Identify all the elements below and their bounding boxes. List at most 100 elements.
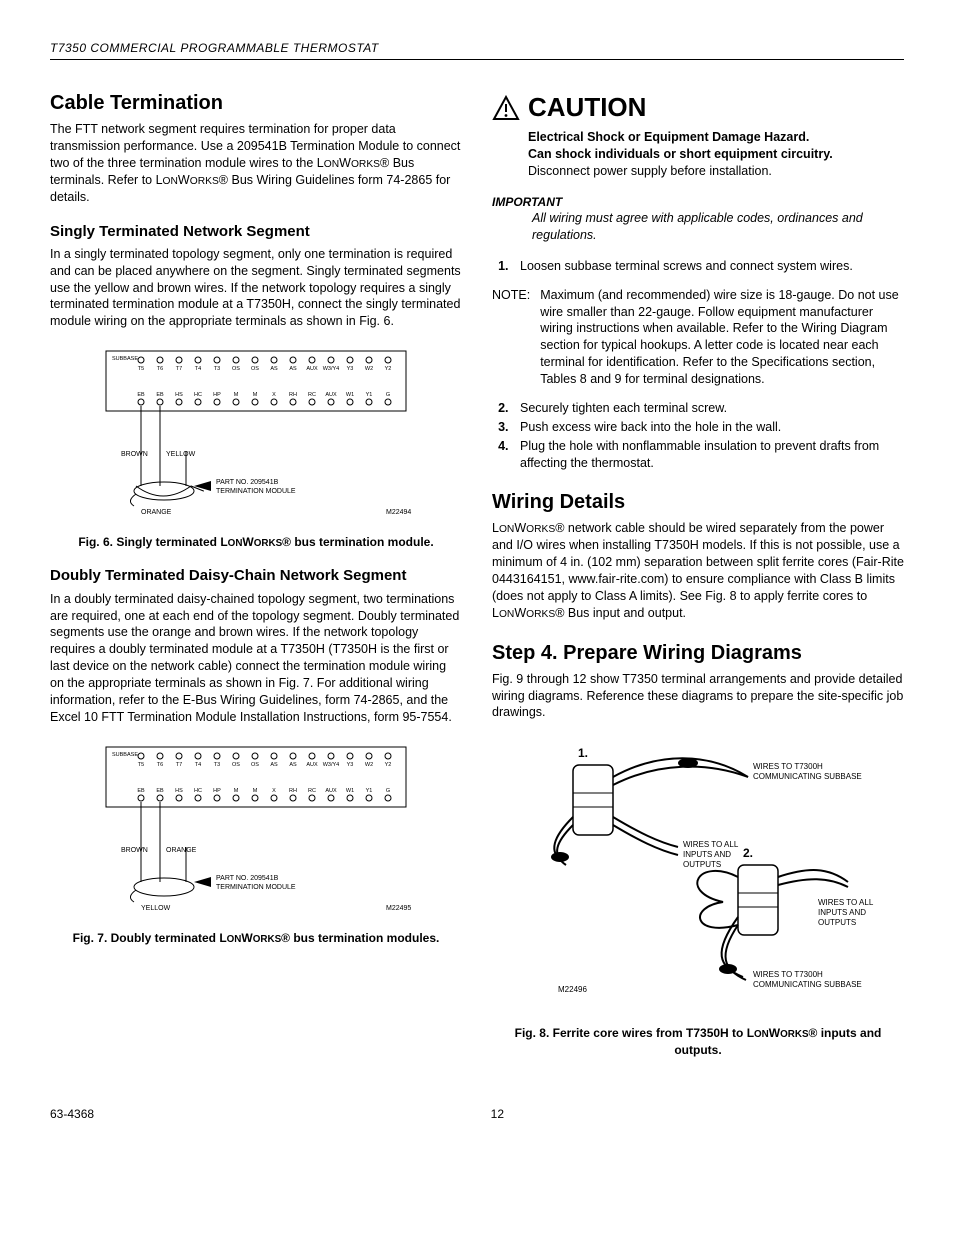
caution-body: Electrical Shock or Equipment Damage Haz… <box>528 129 904 180</box>
svg-text:TERMINATION MODULE: TERMINATION MODULE <box>216 884 296 891</box>
svg-text:Y3: Y3 <box>347 366 354 372</box>
top-terminals: T5 T6 T7 T4 T3 OS OS AS AS AUX W3/Y4 Y3 … <box>138 357 392 372</box>
svg-text:Y2: Y2 <box>385 366 392 372</box>
svg-text:Y1: Y1 <box>366 788 373 794</box>
svg-text:BROWN: BROWN <box>121 847 148 854</box>
svg-text:T6: T6 <box>157 762 163 768</box>
heading-singly-terminated: Singly Terminated Network Segment <box>50 222 462 242</box>
figure-8-diagram: 1. WIRES TO T7300H COMMUNICATING SUBBASE… <box>518 737 878 1017</box>
svg-text:M22495: M22495 <box>386 905 411 912</box>
heading-step4: Step 4. Prepare Wiring Diagrams <box>492 640 904 667</box>
svg-text:ORANGE: ORANGE <box>141 509 172 516</box>
step-2: Securely tighten each terminal screw. <box>512 400 904 417</box>
svg-text:SUBBASE: SUBBASE <box>112 752 138 758</box>
svg-text:RC: RC <box>308 788 316 794</box>
svg-text:AUX: AUX <box>325 392 337 398</box>
doubly-terminated-paragraph: In a doubly terminated daisy-chained top… <box>50 591 462 726</box>
svg-text:EB: EB <box>156 392 164 398</box>
svg-text:G: G <box>386 392 390 398</box>
svg-text:M22496: M22496 <box>558 985 587 994</box>
svg-text:AUX: AUX <box>306 366 318 372</box>
svg-text:Y2: Y2 <box>385 762 392 768</box>
svg-text:W2: W2 <box>365 366 373 372</box>
step-3: Push excess wire back into the hole in t… <box>512 419 904 436</box>
svg-text:HP: HP <box>213 392 221 398</box>
svg-text:W2: W2 <box>365 762 373 768</box>
svg-text:OS: OS <box>251 366 259 372</box>
svg-text:T3: T3 <box>214 762 220 768</box>
page-footer: 63-4368 12 . <box>50 1106 904 1122</box>
svg-text:1.: 1. <box>578 746 588 760</box>
heading-doubly-terminated: Doubly Terminated Daisy-Chain Network Se… <box>50 566 462 586</box>
svg-text:AS: AS <box>270 366 278 372</box>
svg-text:OS: OS <box>251 762 259 768</box>
svg-text:W3/Y4: W3/Y4 <box>323 762 340 768</box>
bottom-terminals: EB EB HS HC HP M M X RH RC AUX W1 Y1 G <box>137 392 391 405</box>
caution-heading: CAUTION <box>492 90 904 125</box>
note-body: Maximum (and recommended) wire size is 1… <box>540 287 904 388</box>
svg-text:YELLOW: YELLOW <box>141 905 171 912</box>
svg-text:WIRES TO T7300H: WIRES TO T7300H <box>753 970 823 979</box>
svg-text:COMMUNICATING SUBBASE: COMMUNICATING SUBBASE <box>753 772 862 781</box>
svg-text:M: M <box>253 788 258 794</box>
svg-text:AUX: AUX <box>306 762 318 768</box>
steps-list-1: Loosen subbase terminal screws and conne… <box>492 258 904 275</box>
svg-text:T5: T5 <box>138 366 144 372</box>
figure-7-caption: Fig. 7. Doubly terminated LONWORKS® bus … <box>50 930 462 946</box>
svg-text:AS: AS <box>270 762 278 768</box>
svg-text:BROWN: BROWN <box>121 451 148 458</box>
left-column: Cable Termination The FTT network segmen… <box>50 90 462 1066</box>
svg-text:HP: HP <box>213 788 221 794</box>
svg-text:EB: EB <box>137 788 145 794</box>
subbase-label: SUBBASE <box>112 356 138 362</box>
svg-text:RH: RH <box>289 788 297 794</box>
svg-text:OS: OS <box>232 762 240 768</box>
singly-terminated-paragraph: In a singly terminated topology segment,… <box>50 246 462 330</box>
svg-text:RC: RC <box>308 392 316 398</box>
figure-6-caption: Fig. 6. Singly terminated LONWORKS® bus … <box>50 534 462 550</box>
wiring-details-paragraph: LONWORKS® network cable should be wired … <box>492 520 904 621</box>
figure-7: SUBBASE T5 T6 T7 T4 T3 OS OS AS AS AUX W… <box>50 742 462 946</box>
svg-text:M: M <box>234 392 239 398</box>
step-4: Plug the hole with nonflammable insulati… <box>512 438 904 472</box>
figure-7-diagram: SUBBASE T5 T6 T7 T4 T3 OS OS AS AS AUX W… <box>86 742 426 922</box>
svg-text:COMMUNICATING SUBBASE: COMMUNICATING SUBBASE <box>753 980 862 989</box>
svg-text:RH: RH <box>289 392 297 398</box>
two-column-layout: Cable Termination The FTT network segmen… <box>50 90 904 1066</box>
svg-text:PART NO. 209541B: PART NO. 209541B <box>216 875 279 882</box>
svg-text:T4: T4 <box>195 762 201 768</box>
doc-number: 63-4368 <box>50 1106 94 1122</box>
cable-termination-paragraph: The FTT network segment requires termina… <box>50 121 462 205</box>
svg-text:AS: AS <box>289 366 297 372</box>
important-body: All wiring must agree with applicable co… <box>532 210 904 244</box>
svg-text:Y1: Y1 <box>366 392 373 398</box>
heading-wiring-details: Wiring Details <box>492 489 904 516</box>
svg-text:INPUTS AND: INPUTS AND <box>818 908 866 917</box>
step-1: Loosen subbase terminal screws and conne… <box>512 258 904 275</box>
svg-text:T3: T3 <box>214 366 220 372</box>
svg-text:OUTPUTS: OUTPUTS <box>818 918 856 927</box>
svg-text:EB: EB <box>137 392 145 398</box>
svg-text:TERMINATION MODULE: TERMINATION MODULE <box>216 488 296 495</box>
svg-text:HC: HC <box>194 392 202 398</box>
right-column: CAUTION Electrical Shock or Equipment Da… <box>492 90 904 1066</box>
svg-text:M: M <box>234 788 239 794</box>
figure-8-caption: Fig. 8. Ferrite core wires from T7350H t… <box>492 1025 904 1057</box>
note-block: NOTE: Maximum (and recommended) wire siz… <box>492 287 904 388</box>
step4-paragraph: Fig. 9 through 12 show T7350 terminal ar… <box>492 671 904 722</box>
important-label: IMPORTANT <box>492 194 904 210</box>
svg-text:OUTPUTS: OUTPUTS <box>683 860 721 869</box>
figure-8: 1. WIRES TO T7300H COMMUNICATING SUBBASE… <box>492 737 904 1057</box>
steps-list-2: Securely tighten each terminal screw. Pu… <box>492 400 904 472</box>
svg-text:T7: T7 <box>176 366 182 372</box>
svg-text:AUX: AUX <box>325 788 337 794</box>
svg-text:X: X <box>272 392 276 398</box>
svg-text:M: M <box>253 392 258 398</box>
svg-text:WIRES TO T7300H: WIRES TO T7300H <box>753 762 823 771</box>
svg-text:YELLOW: YELLOW <box>166 451 196 458</box>
figure-6-diagram: SUBBASE T5 T6 T7 T4 T3 OS OS AS AS AUX <box>86 346 426 526</box>
svg-text:T5: T5 <box>138 762 144 768</box>
svg-text:M22494: M22494 <box>386 509 411 516</box>
svg-text:T4: T4 <box>195 366 201 372</box>
caution-icon <box>492 95 520 121</box>
